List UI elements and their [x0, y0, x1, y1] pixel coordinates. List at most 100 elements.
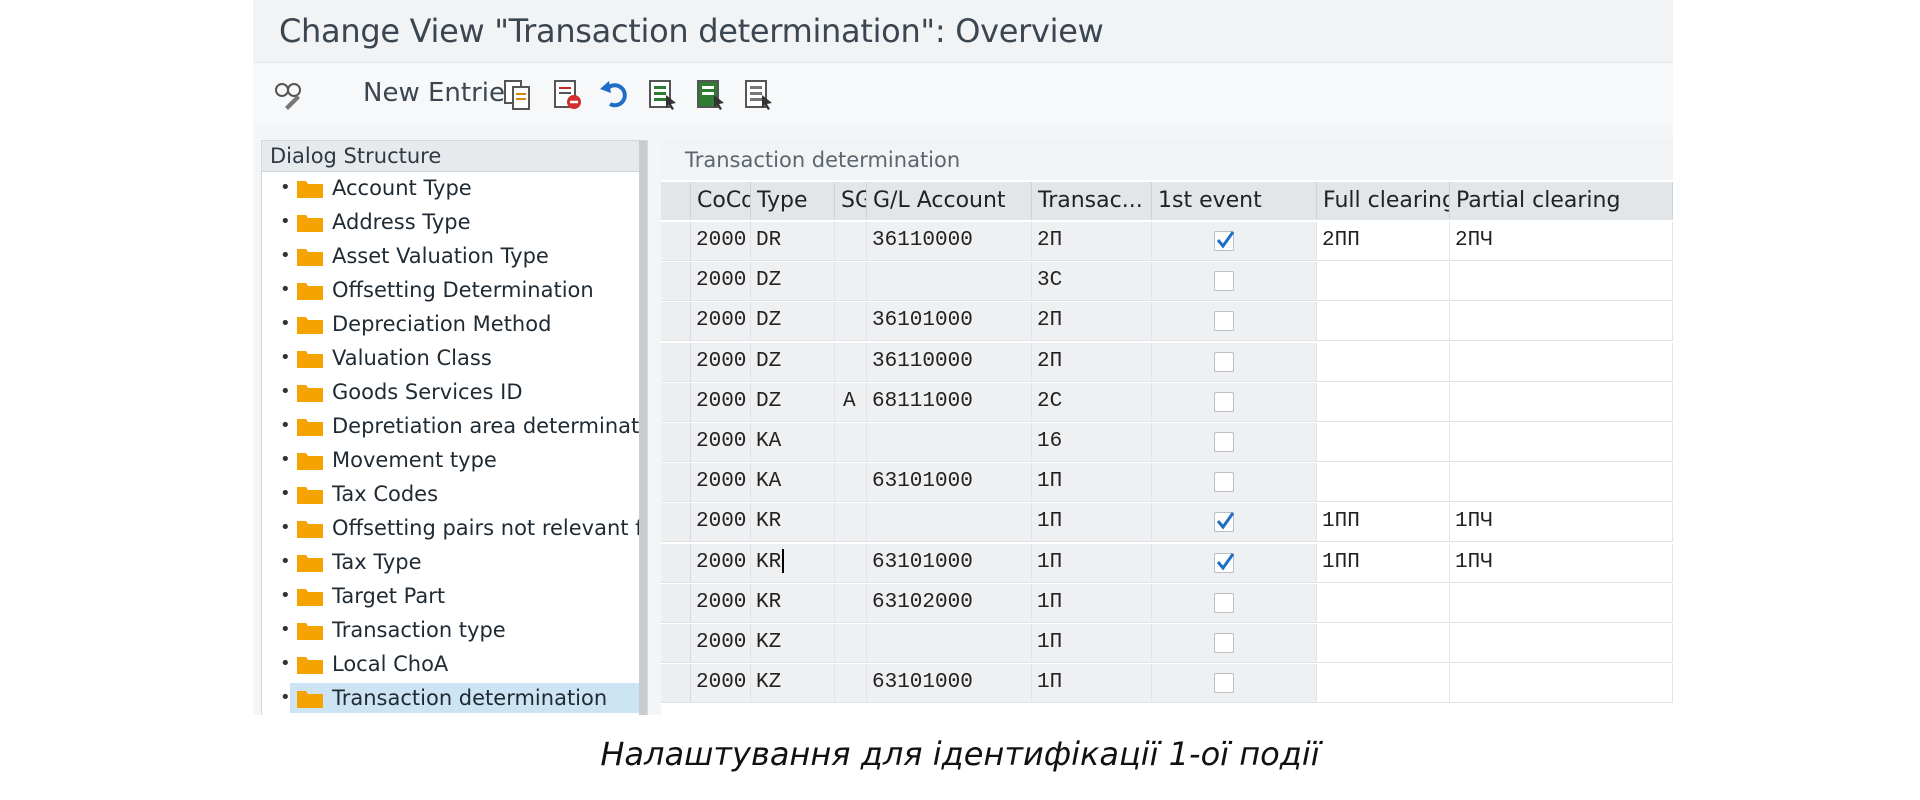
cell-cocd[interactable]: 2000 [691, 503, 751, 543]
cell-trans[interactable]: 1П [1032, 543, 1152, 583]
tree-item[interactable]: • Asset Valuation Type [262, 241, 639, 271]
cell-full[interactable] [1317, 664, 1450, 704]
deselect-all-icon[interactable] [742, 77, 776, 111]
cell-full[interactable] [1317, 382, 1450, 422]
first-event-checkbox[interactable] [1214, 311, 1234, 332]
cell-type[interactable]: DZ [751, 382, 835, 422]
cell-cocd[interactable]: 2000 [691, 423, 751, 462]
cell-trans[interactable]: 2П [1032, 342, 1152, 382]
cell-sg[interactable] [835, 463, 867, 503]
row-selector[interactable] [661, 342, 691, 382]
undo-icon[interactable] [598, 77, 632, 111]
tree-item[interactable]: • Address Type [262, 207, 639, 237]
cell-full[interactable] [1317, 342, 1450, 382]
cell-partial[interactable]: 2ПЧ [1450, 222, 1673, 261]
table-row[interactable]: 2000 DR 36110000 2П 2ПП 2ПЧ [661, 222, 1673, 262]
cell-full[interactable]: 1ПП [1317, 503, 1450, 543]
cell-cocd[interactable]: 2000 [691, 583, 751, 623]
delete-icon[interactable] [550, 77, 584, 111]
column-header-partial[interactable]: Partial clearing [1450, 182, 1673, 220]
tree-item[interactable]: • Offsetting pairs not relevant fo [262, 513, 639, 543]
cell-partial[interactable]: 1ПЧ [1450, 543, 1673, 583]
row-selector[interactable] [661, 503, 691, 543]
column-header-type[interactable]: Type [751, 182, 835, 220]
cell-trans[interactable]: 1П [1032, 503, 1152, 543]
cell-type[interactable]: KR [751, 503, 835, 543]
cell-trans[interactable]: 1П [1032, 463, 1152, 503]
table-row[interactable]: 2000 KR 63102000 1П [661, 583, 1673, 624]
tree-item[interactable]: • Offsetting Determination [262, 275, 639, 305]
cell-partial[interactable] [1450, 382, 1673, 422]
tree-item[interactable]: • Transaction type [262, 615, 639, 645]
cell-sg[interactable] [835, 262, 867, 302]
cell-sg[interactable] [835, 503, 867, 543]
row-selector[interactable] [661, 302, 691, 342]
cell-gl[interactable] [867, 423, 1032, 462]
tree-item[interactable]: • Movement type [262, 445, 639, 475]
cell-type[interactable]: KZ [751, 664, 835, 704]
cell-cocd[interactable]: 2000 [691, 664, 751, 704]
row-selector[interactable] [661, 463, 691, 503]
row-selector[interactable] [661, 382, 691, 422]
column-header-first[interactable]: 1st event [1152, 182, 1317, 220]
cell-partial[interactable] [1450, 302, 1673, 342]
column-header-sg[interactable]: SG [835, 182, 867, 220]
row-selector[interactable] [661, 423, 691, 462]
cell-type[interactable]: KZ [751, 624, 835, 663]
cell-gl[interactable] [867, 624, 1032, 663]
first-event-checkbox[interactable] [1214, 592, 1234, 613]
cell-trans[interactable]: 3С [1032, 262, 1152, 302]
cell-type[interactable]: KR [751, 543, 835, 583]
cell-full[interactable] [1317, 624, 1450, 663]
tree-scrollbar[interactable] [639, 141, 647, 715]
cell-cocd[interactable]: 2000 [691, 463, 751, 503]
cell-sg[interactable] [835, 543, 867, 583]
cell-partial[interactable] [1450, 463, 1673, 503]
cell-type[interactable]: DZ [751, 262, 835, 302]
tree-item[interactable]: • Transaction determination [262, 683, 639, 713]
cell-partial[interactable] [1450, 423, 1673, 462]
cell-trans[interactable]: 2П [1032, 222, 1152, 261]
tree-item[interactable]: • Depretiation area determination [262, 411, 639, 441]
cell-cocd[interactable]: 2000 [691, 262, 751, 302]
cell-full[interactable]: 1ПП [1317, 543, 1450, 583]
column-header-cocd[interactable]: CoCd [691, 182, 751, 220]
cell-sg[interactable] [835, 664, 867, 704]
table-row[interactable]: 2000 DZ 3С [661, 262, 1673, 302]
first-event-checkbox[interactable] [1214, 271, 1234, 292]
cell-type[interactable]: KR [751, 583, 835, 623]
tree-item[interactable]: • Valuation Class [262, 343, 639, 373]
cell-cocd[interactable]: 2000 [691, 222, 751, 261]
cell-cocd[interactable]: 2000 [691, 624, 751, 663]
cell-full[interactable] [1317, 463, 1450, 503]
table-row[interactable]: 2000 KZ 63101000 1П [661, 664, 1673, 704]
first-event-checkbox[interactable] [1214, 633, 1234, 653]
cell-gl[interactable]: 36110000 [867, 342, 1032, 382]
cell-trans[interactable]: 2П [1032, 302, 1152, 342]
table-row[interactable]: 2000 DZ 36101000 2П [661, 302, 1673, 342]
cell-gl[interactable]: 68111000 [867, 382, 1032, 422]
cell-full[interactable] [1317, 262, 1450, 302]
cell-trans[interactable]: 1П [1032, 624, 1152, 663]
tree-item[interactable]: • Tax Type [262, 547, 639, 577]
row-selector[interactable] [661, 222, 691, 261]
cell-type[interactable]: KA [751, 423, 835, 462]
cell-gl[interactable]: 36110000 [867, 222, 1032, 261]
cell-gl[interactable] [867, 262, 1032, 302]
cell-type[interactable]: DZ [751, 342, 835, 382]
cell-partial[interactable] [1450, 342, 1673, 382]
first-event-checkbox[interactable] [1214, 673, 1234, 694]
cell-gl[interactable]: 36101000 [867, 302, 1032, 342]
select-block-icon[interactable] [694, 77, 728, 111]
row-selector[interactable] [661, 583, 691, 623]
cell-sg[interactable] [835, 302, 867, 342]
cell-partial[interactable] [1450, 624, 1673, 663]
cell-trans[interactable]: 16 [1032, 423, 1152, 462]
column-header-trans[interactable]: Transac... [1032, 182, 1152, 220]
tree-item[interactable]: • Depreciation Method [262, 309, 639, 339]
select-all-rows-button[interactable] [661, 182, 691, 220]
tree-item[interactable]: • Target Part [262, 581, 639, 611]
cell-partial[interactable] [1450, 262, 1673, 302]
first-event-checkbox[interactable] [1214, 552, 1235, 573]
first-event-checkbox[interactable] [1214, 472, 1234, 493]
